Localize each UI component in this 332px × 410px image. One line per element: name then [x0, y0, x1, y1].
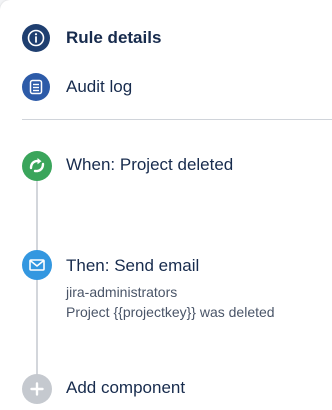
- list-document-icon: [22, 73, 50, 101]
- nav-audit-log-label: Audit log: [66, 77, 133, 96]
- trigger-label[interactable]: When: Project deleted: [66, 155, 233, 175]
- rule-editor-panel: Rule details Audit log When: Project del…: [0, 0, 332, 410]
- plus-icon[interactable]: [22, 374, 52, 404]
- add-component-step[interactable]: Add component: [66, 378, 185, 398]
- action-recipient: jira-administrators: [66, 284, 178, 300]
- nav-audit-log[interactable]: Audit log: [22, 73, 132, 101]
- envelope-icon[interactable]: [22, 250, 52, 280]
- timeline-connector: [36, 180, 38, 252]
- add-component-label[interactable]: Add component: [66, 378, 185, 398]
- trigger-arrow-icon[interactable]: [22, 151, 52, 181]
- divider: [22, 119, 332, 120]
- action-label[interactable]: Then: Send email: [66, 256, 275, 276]
- action-step[interactable]: Then: Send email jira-administrators Pro…: [66, 256, 275, 322]
- nav-rule-details-label: Rule details: [66, 28, 162, 47]
- nav-rule-details[interactable]: Rule details: [22, 24, 161, 52]
- info-icon: [22, 24, 50, 52]
- action-subject: Project {{projectkey}} was deleted: [66, 304, 275, 320]
- timeline-connector: [36, 280, 38, 380]
- trigger-step[interactable]: When: Project deleted: [66, 155, 233, 175]
